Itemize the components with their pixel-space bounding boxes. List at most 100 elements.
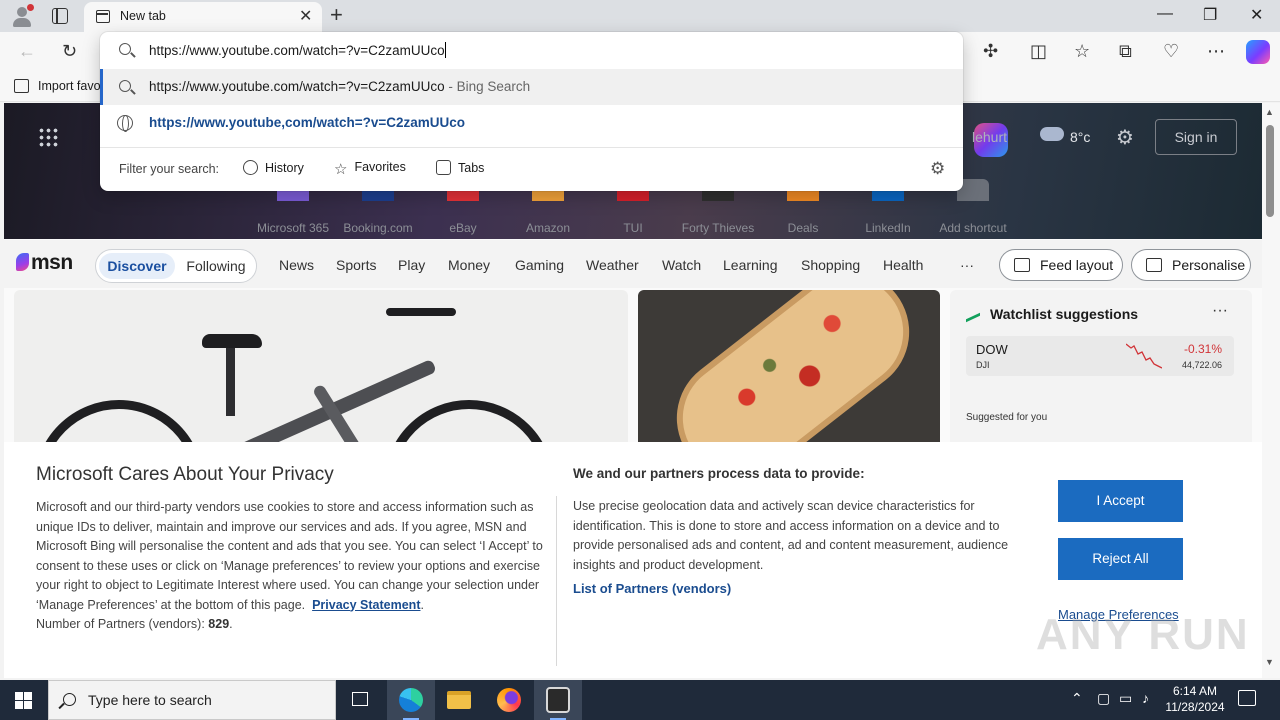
address-bar-input[interactable]: https://www.youtube.com/watch=?v=C2zamUU…: [100, 32, 963, 68]
favorites-star-icon[interactable]: ☆: [1074, 41, 1090, 62]
msn-navigation: msn Discover Following News Sports Play …: [4, 240, 1262, 288]
scroll-up-arrow-icon[interactable]: ▲: [1265, 107, 1274, 117]
nav-money[interactable]: Money: [448, 257, 490, 273]
nav-more[interactable]: ···: [960, 257, 974, 273]
tab-new-tab[interactable]: New tab ✕: [84, 2, 322, 32]
nav-sports[interactable]: Sports: [336, 257, 376, 273]
minimize-button[interactable]: —: [1157, 5, 1173, 23]
nav-weather[interactable]: Weather: [586, 257, 639, 273]
nav-learning[interactable]: Learning: [723, 257, 778, 273]
copilot-icon[interactable]: [1246, 40, 1270, 64]
task-view-button[interactable]: [336, 680, 384, 720]
cloud-icon: [1040, 127, 1064, 141]
nav-play[interactable]: Play: [398, 257, 425, 273]
refresh-icon[interactable]: ↻: [62, 41, 77, 62]
privacy-statement-link[interactable]: Privacy Statement: [312, 598, 420, 612]
nav-health[interactable]: Health: [883, 257, 923, 273]
dropdown-divider: [100, 147, 963, 148]
feed-layout-button[interactable]: Feed layout: [999, 249, 1123, 281]
history-clock-icon: [243, 160, 258, 175]
new-tab-button[interactable]: +: [330, 2, 343, 28]
profile-avatar-icon[interactable]: [10, 4, 34, 28]
shortcut-label: Booking.com: [343, 221, 413, 235]
close-window-button[interactable]: ✕: [1250, 5, 1263, 25]
collections-icon[interactable]: ⧉: [1119, 41, 1132, 62]
shortcut-label: Microsoft 365: [256, 221, 330, 235]
stock-sparkline: [1126, 343, 1162, 369]
task-view-icon: [352, 692, 368, 706]
stock-row-dow[interactable]: DOW DJI -0.31% 44,722.06: [966, 336, 1234, 376]
taskbar-firefox[interactable]: [485, 680, 533, 720]
feed-layout-icon: [1014, 258, 1030, 272]
network-icon[interactable]: ▭: [1119, 690, 1132, 707]
partners-list-link[interactable]: List of Partners (vendors): [573, 581, 731, 596]
filter-tabs[interactable]: Tabs: [436, 160, 484, 175]
privacy-divider: [556, 496, 557, 666]
reject-all-button[interactable]: Reject All: [1058, 538, 1183, 580]
favorites-star-icon: ☆: [334, 161, 348, 178]
import-favorites-link[interactable]: Import favo: [38, 79, 101, 93]
taskbar-search-box[interactable]: Type here to search: [48, 680, 336, 720]
address-input-value[interactable]: https://www.youtube.com/watch=?v=C2zamUU…: [149, 42, 446, 58]
nav-watch[interactable]: Watch: [662, 257, 701, 273]
suggestion-bing-search[interactable]: https://www.youtube.com/watch=?v=C2zamUU…: [100, 69, 963, 105]
stock-price: 44,722.06: [1181, 360, 1222, 370]
app-icon: [546, 687, 570, 713]
scroll-down-arrow-icon[interactable]: ▼: [1265, 657, 1274, 667]
edge-icon: [399, 688, 423, 712]
suggestion-url[interactable]: https://www.youtube,com/watch=?v=C2zamUU…: [100, 105, 963, 141]
weather-temperature[interactable]: 8°c: [1070, 129, 1090, 145]
taskbar-edge[interactable]: [387, 680, 435, 720]
search-settings-gear-icon[interactable]: ⚙: [930, 159, 945, 179]
tray-chevron-up-icon[interactable]: ⌃: [1071, 690, 1083, 707]
tab-discover[interactable]: Discover: [99, 253, 175, 279]
scrollbar-thumb[interactable]: [1266, 125, 1274, 217]
title-bar: New tab ✕ + — ❐ ✕: [0, 0, 1280, 32]
taskbar-clock[interactable]: 6:14 AM 11/28/2024: [1160, 683, 1230, 715]
nav-gaming[interactable]: Gaming: [515, 257, 564, 273]
notification-icon[interactable]: [1238, 690, 1256, 706]
personalise-button[interactable]: Personalise: [1131, 249, 1251, 281]
msn-logo[interactable]: msn: [16, 251, 73, 275]
accept-button[interactable]: I Accept: [1058, 480, 1183, 522]
search-icon: [63, 693, 76, 706]
more-menu-icon[interactable]: ⋯: [1207, 41, 1225, 62]
weather-city[interactable]: lehurt: [972, 129, 1007, 145]
windows-start-icon[interactable]: [15, 692, 32, 709]
tab-following[interactable]: Following: [178, 253, 254, 279]
sign-in-button[interactable]: Sign in: [1155, 119, 1237, 155]
tabs-icon: [436, 160, 451, 175]
nav-news[interactable]: News: [279, 257, 314, 273]
watchlist-more-button[interactable]: ···: [1212, 302, 1228, 320]
stock-change: -0.31%: [1183, 342, 1222, 356]
taskbar-search-placeholder: Type here to search: [88, 692, 212, 708]
shortcut-label: Forty Thieves: [681, 221, 755, 235]
restore-button[interactable]: ❐: [1203, 5, 1217, 25]
suggested-heading: Suggested for you: [966, 412, 1048, 423]
filter-history[interactable]: History: [243, 160, 304, 175]
filter-favorites[interactable]: ☆ Favorites: [334, 160, 406, 177]
personalise-star-icon: [1146, 258, 1162, 272]
shortcut-label: eBay: [449, 221, 477, 235]
split-screen-icon[interactable]: ◫: [1030, 41, 1047, 62]
app-launcher-icon[interactable]: [38, 127, 58, 147]
clock-time: 6:14 AM: [1172, 684, 1218, 698]
privacy-heading-2: We and our partners process data to prov…: [573, 466, 865, 481]
personalise-label: Personalise: [1172, 257, 1246, 273]
tab-actions-icon[interactable]: [52, 8, 68, 24]
privacy-body-2: Use precise geolocation data and activel…: [573, 499, 1009, 572]
back-arrow-icon[interactable]: ←: [18, 41, 36, 62]
nav-shopping[interactable]: Shopping: [801, 257, 860, 273]
clock-date: 11/28/2024: [1165, 700, 1225, 714]
page-scrollbar[interactable]: ▲ ▼: [1262, 103, 1280, 678]
search-icon: [119, 80, 131, 92]
browser-essentials-icon[interactable]: ♡: [1163, 41, 1179, 62]
taskbar-file-explorer[interactable]: [435, 680, 483, 720]
new-tab-page-icon: [96, 10, 110, 23]
extensions-icon[interactable]: ✣: [983, 41, 998, 62]
taskbar-app[interactable]: [534, 680, 582, 720]
tray-device-icon[interactable]: ▢: [1097, 690, 1110, 707]
volume-icon[interactable]: ♪: [1142, 690, 1149, 706]
tab-close-button[interactable]: ✕: [299, 6, 312, 26]
page-settings-gear-icon[interactable]: ⚙: [1116, 125, 1134, 150]
